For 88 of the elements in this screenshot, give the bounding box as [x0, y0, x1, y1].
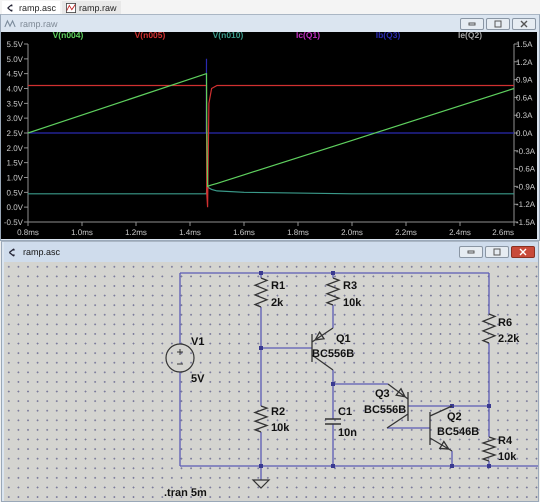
close-icon	[519, 20, 529, 28]
component-label: R4	[498, 435, 512, 447]
axis-label: 0.0V	[6, 203, 23, 212]
value-label: BC546B	[437, 426, 480, 438]
axis-label: 1.4ms	[179, 228, 201, 237]
axis-label: 1.5V	[6, 158, 23, 168]
axis-label: 4.0V	[6, 84, 23, 94]
window-title: ramp.raw	[20, 18, 58, 28]
axis-label: -0.9A	[516, 182, 536, 192]
close-button[interactable]	[512, 18, 536, 30]
axis-label: 2.6ms	[492, 228, 514, 237]
axis-label: 2.5V	[6, 129, 23, 138]
wire	[332, 305, 334, 328]
axis-label: 2.0V	[6, 144, 23, 153]
maximize-button[interactable]	[485, 246, 509, 258]
axis-label: -0.5V	[4, 218, 23, 227]
minimize-icon	[467, 20, 477, 28]
axis-label: 1.2ms	[125, 228, 147, 237]
axis-label: 1.5A	[516, 40, 532, 49]
axis-label: 2.4ms	[449, 228, 471, 237]
close-button[interactable]	[511, 246, 535, 258]
axis-label: 0.8ms	[17, 228, 39, 237]
axis-label: 0.3A	[516, 111, 532, 120]
axis-label: 3.0V	[6, 114, 23, 124]
resistor-symbol[interactable]	[325, 277, 341, 306]
value-label: 10k	[271, 422, 290, 434]
axis-label: 0.6A	[516, 93, 532, 102]
document-tab[interactable]: ramp.asc	[2, 1, 60, 14]
maximize-icon	[493, 20, 503, 28]
minimize-button[interactable]	[459, 246, 483, 258]
legend-label[interactable]: V(n004)	[52, 32, 84, 40]
axis-label: 0.9A	[516, 76, 532, 85]
axis-label: 1.8ms	[287, 228, 309, 237]
window-title: ramp.asc	[23, 247, 60, 257]
value-label: 2.2k	[498, 333, 520, 345]
close-icon	[518, 248, 528, 256]
component-label: R2	[271, 406, 286, 418]
axis-label: 0.0A	[516, 129, 532, 138]
minimize-button[interactable]	[460, 18, 484, 30]
component-label: R3	[343, 280, 358, 292]
resistor-symbol[interactable]	[253, 405, 269, 433]
value-label: 10k	[343, 297, 362, 309]
axis-label: -0.3A	[516, 146, 536, 156]
resistor-symbol[interactable]	[481, 313, 497, 344]
legend-label[interactable]: Ie(Q2)	[458, 32, 482, 40]
simulation-directive: .tran 5m	[164, 487, 207, 499]
axis-label: 0.5V	[6, 188, 23, 198]
value-label: 10k	[498, 451, 516, 463]
capacitor-symbol[interactable]	[324, 418, 342, 425]
component-label: V1	[191, 336, 204, 348]
value-label: BC556B	[364, 404, 406, 416]
legend-label[interactable]: Ic(Q1)	[296, 32, 320, 40]
value-label: BC556B	[312, 348, 354, 360]
resistor-symbol[interactable]	[480, 436, 498, 462]
value-label: 10n	[338, 427, 357, 439]
axis-label: 5.5V	[6, 40, 23, 49]
resistor-symbol[interactable]	[253, 277, 269, 308]
component-label: Q2	[447, 411, 462, 423]
waveform-icon	[4, 18, 16, 29]
minimize-icon	[466, 248, 476, 256]
document-tab[interactable]: ramp.raw	[62, 1, 121, 14]
legend-label[interactable]: V(n005)	[134, 32, 166, 40]
axis-label: 1.6ms	[233, 228, 255, 237]
axis-label: -0.6A	[516, 164, 536, 174]
wire	[387, 427, 430, 429]
axis-label: 5.0V	[6, 54, 23, 64]
axis-label: 1.0V	[6, 174, 23, 182]
axis-label: -1.5A	[516, 218, 536, 227]
maximize-button[interactable]	[486, 18, 510, 30]
component-label: C1	[338, 406, 352, 418]
axis-label: 1.2A	[516, 58, 532, 67]
value-label: 5V	[191, 373, 204, 385]
component-label: R1	[271, 280, 286, 292]
component-label: Q3	[375, 388, 390, 400]
value-label: 2k	[271, 297, 284, 309]
axis-label: 2.2ms	[395, 228, 417, 237]
legend-label[interactable]: V(n010)	[212, 32, 244, 40]
axis-label: 1.0ms	[71, 228, 93, 237]
component-label: Q1	[336, 333, 351, 345]
voltage-source-symbol[interactable]	[165, 343, 195, 373]
axis-label: 4.5V	[6, 70, 23, 79]
component-label: R6	[498, 317, 512, 329]
axis-label: -1.2A	[516, 200, 536, 210]
axis-label: 2.0ms	[341, 228, 363, 237]
ground-symbol[interactable]	[252, 479, 270, 489]
waveform-icon	[66, 2, 76, 12]
maximize-icon	[492, 248, 502, 256]
axis-label: 3.5V	[6, 99, 23, 108]
